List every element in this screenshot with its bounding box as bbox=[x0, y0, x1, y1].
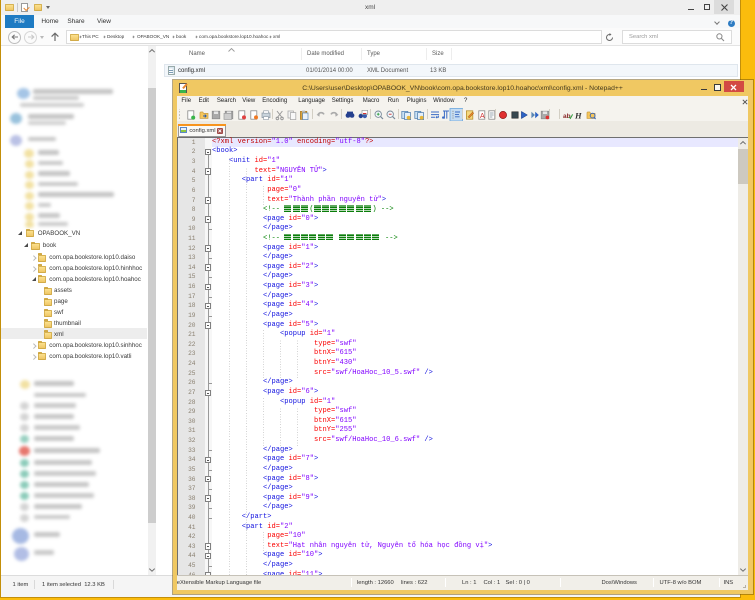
svg-text:ab: ab bbox=[563, 113, 571, 120]
svg-text:H: H bbox=[574, 110, 582, 120]
svg-text:A: A bbox=[480, 113, 485, 120]
